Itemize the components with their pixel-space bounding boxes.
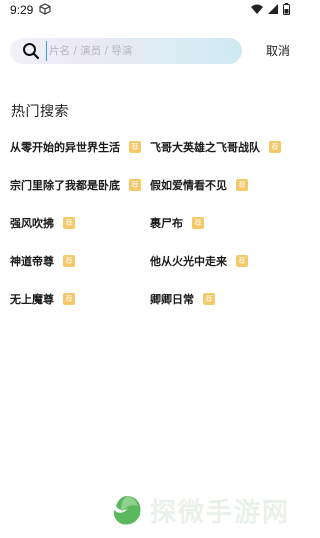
recommend-badge: 荐 <box>203 293 215 305</box>
recommend-badge: 荐 <box>236 255 248 267</box>
hot-search-item-title: 宗门里除了我都是卧底 <box>10 179 120 192</box>
hot-search-item[interactable]: 假如爱情看不见 荐 <box>150 175 290 195</box>
hot-search-item[interactable]: 无上魔尊 荐 <box>10 289 150 309</box>
watermark-text: 探微手游网 <box>150 498 291 528</box>
hot-search-item-title: 假如爱情看不见 <box>150 179 227 192</box>
recommend-badge: 荐 <box>192 217 204 229</box>
status-right <box>251 2 290 18</box>
search-box[interactable] <box>10 38 242 64</box>
recommend-badge: 荐 <box>63 255 75 267</box>
recommend-badge: 荐 <box>129 179 141 191</box>
signal-icon <box>268 3 278 17</box>
hot-search-item[interactable]: 强风吹拂 荐 <box>10 213 150 233</box>
hot-search-item[interactable]: 卿卿日常 荐 <box>150 289 290 309</box>
hot-search-item-title: 裹尸布 <box>150 217 183 230</box>
hot-search-list: 从零开始的异世界生活 荐 飞哥大英雄之飞哥战队 荐 宗门里除了我都是卧底 荐 假… <box>10 137 295 309</box>
hot-search-item-title: 神道帝尊 <box>10 255 54 268</box>
hot-search-item-title: 卿卿日常 <box>150 293 194 306</box>
hot-search-item-title: 强风吹拂 <box>10 217 54 230</box>
status-time: 9:29 <box>10 3 34 17</box>
hot-search-item[interactable]: 裹尸布 荐 <box>150 213 290 233</box>
hot-search-item-title: 他从火光中走来 <box>150 255 227 268</box>
status-bar: 9:29 <box>0 0 300 20</box>
hot-search-item-title: 飞哥大英雄之飞哥战队 <box>150 141 260 154</box>
search-page: 9:29 片名 / 演员 / 导演 取消 热门搜索 从零开始的异世界生活 荐 飞… <box>0 0 300 538</box>
hot-search-item[interactable]: 宗门里除了我都是卧底 荐 <box>10 175 150 195</box>
hot-search-item[interactable]: 飞哥大英雄之飞哥战队 荐 <box>150 137 290 157</box>
battery-icon <box>283 2 290 18</box>
hot-search-item-title: 无上魔尊 <box>10 293 54 306</box>
hot-search-item-title: 从零开始的异世界生活 <box>10 141 120 154</box>
hot-search-item[interactable]: 他从火光中走来 荐 <box>150 251 290 271</box>
recommend-badge: 荐 <box>63 293 75 305</box>
recommend-badge: 荐 <box>129 141 141 153</box>
recommend-badge: 荐 <box>63 217 75 229</box>
hot-search-item[interactable]: 从零开始的异世界生活 荐 <box>10 137 150 157</box>
hot-search-title: 热门搜索 <box>11 104 69 120</box>
cancel-button[interactable]: 取消 <box>266 42 290 59</box>
search-icon <box>22 42 40 60</box>
search-row <box>10 38 290 64</box>
recommend-badge: 荐 <box>269 141 281 153</box>
leaf-logo-icon <box>110 494 144 528</box>
watermark: 探微手游网 <box>110 492 290 529</box>
app-cube-icon <box>39 2 51 18</box>
recommend-badge: 荐 <box>236 179 248 191</box>
search-input[interactable] <box>46 41 242 61</box>
hot-search-item[interactable]: 神道帝尊 荐 <box>10 251 150 271</box>
wifi-icon <box>251 3 263 17</box>
status-left: 9:29 <box>10 2 51 18</box>
